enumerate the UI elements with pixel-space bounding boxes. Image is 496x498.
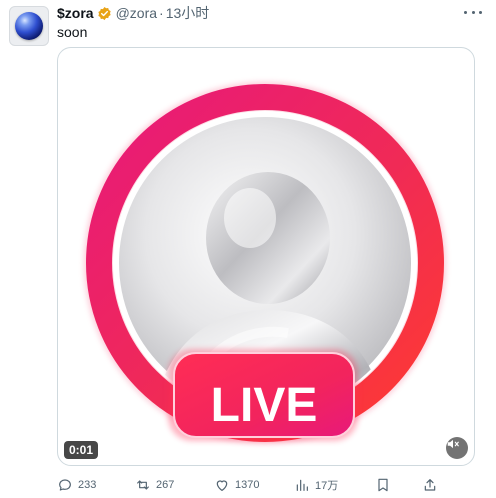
zora-orb-icon <box>15 12 43 40</box>
share-icon <box>424 479 436 491</box>
views-button[interactable]: 17万 <box>294 476 338 494</box>
live-avatar-graphic: LIVE <box>84 82 446 444</box>
heart-icon <box>216 480 228 491</box>
tweet-header: $zora @zora · 13小时 <box>57 4 209 22</box>
action-bar: 233 267 1370 17万 <box>57 476 479 494</box>
separator-dot: · <box>159 5 164 21</box>
share-button[interactable] <box>422 476 438 494</box>
mute-icon[interactable] <box>446 437 468 459</box>
like-count: 1370 <box>235 479 260 491</box>
reply-button[interactable]: 233 <box>57 476 96 494</box>
bookmark-button[interactable] <box>375 476 391 494</box>
timestamp[interactable]: 13小时 <box>166 3 210 23</box>
video-timer: 0:01 <box>64 441 99 459</box>
views-count: 17万 <box>315 480 339 492</box>
bookmark-icon <box>378 478 388 492</box>
handle[interactable]: @zora <box>116 5 157 21</box>
repost-icon <box>137 480 149 490</box>
tweet-text: soon <box>57 24 88 40</box>
tweet[interactable]: $zora @zora · 13小时 soon LIVE 0:01 233 26… <box>0 0 496 498</box>
more-icon[interactable] <box>464 6 482 18</box>
avatar[interactable] <box>9 6 49 46</box>
repost-button[interactable]: 267 <box>135 476 174 494</box>
display-name[interactable]: $zora <box>57 5 94 21</box>
like-button[interactable]: 1370 <box>214 476 259 494</box>
views-icon <box>296 479 308 491</box>
repost-count: 267 <box>156 479 175 491</box>
live-label: LIVE <box>211 379 318 432</box>
verified-badge-icon <box>97 6 111 20</box>
reply-count: 233 <box>78 479 97 491</box>
reply-icon <box>59 479 71 491</box>
video-player[interactable]: LIVE 0:01 <box>57 47 475 466</box>
